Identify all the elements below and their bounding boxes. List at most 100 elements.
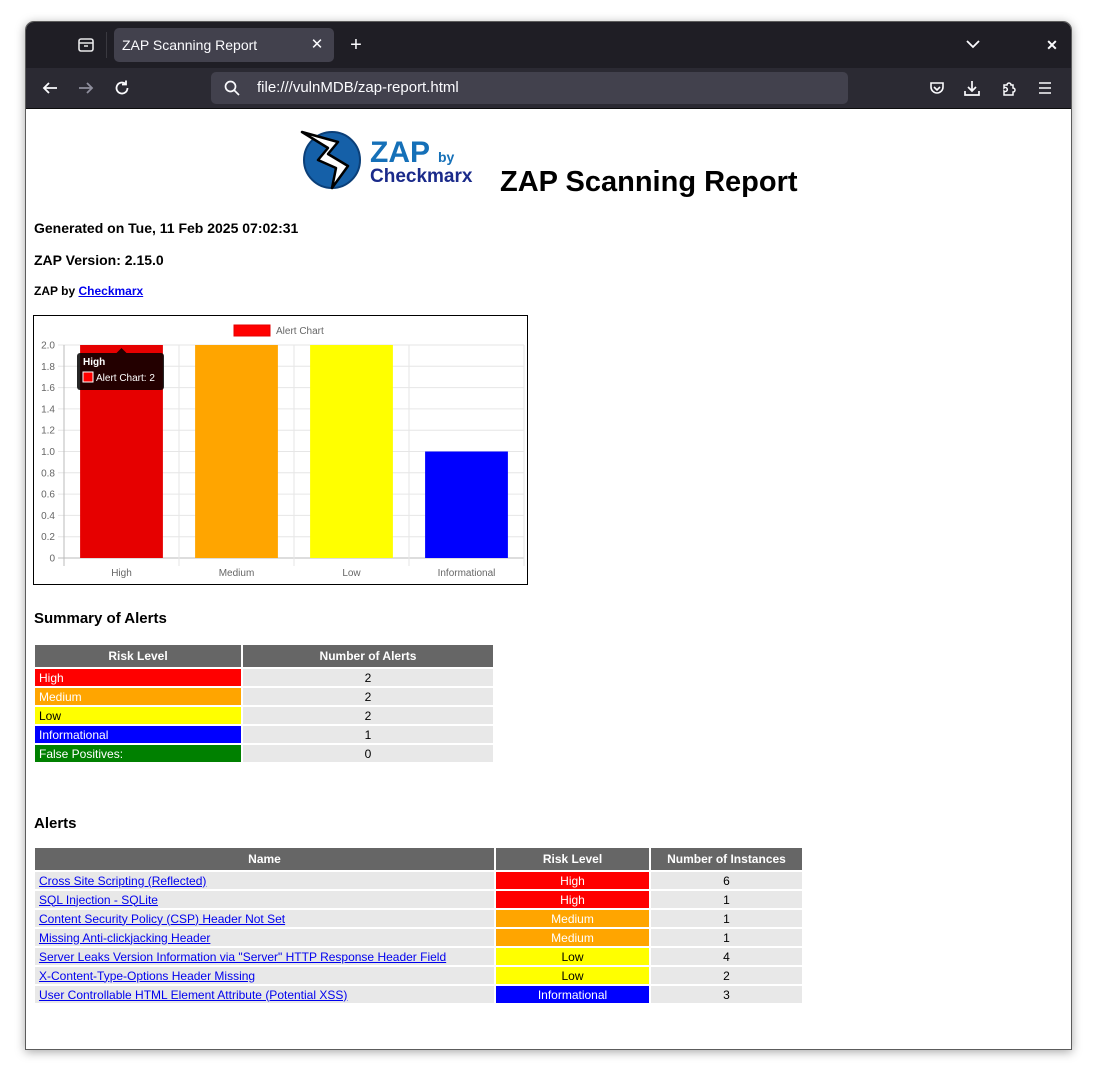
y-tick-label: 1.6 — [41, 383, 55, 394]
alert-link[interactable]: Cross Site Scripting (Reflected) — [39, 874, 206, 888]
alert-name-cell: Missing Anti-clickjacking Header — [35, 929, 494, 946]
svg-text:Checkmarx: Checkmarx — [370, 166, 473, 187]
new-tab-icon[interactable]: + — [346, 35, 366, 55]
x-tick-label: High — [111, 568, 132, 579]
alert-count-cell: 2 — [243, 669, 493, 686]
alert-link[interactable]: User Controllable HTML Element Attribute… — [39, 988, 347, 1002]
svg-text:ZAP: ZAP — [370, 136, 430, 169]
table-row: Cross Site Scripting (Reflected) High 6 — [35, 872, 802, 889]
chevron-down-icon — [966, 40, 980, 49]
tab-bar: ZAP Scanning Report ✕ + ✕ — [26, 22, 1071, 68]
bar — [425, 451, 508, 558]
risk-level-cell: Medium — [35, 688, 241, 705]
reload-button[interactable] — [112, 78, 132, 98]
y-tick-label: 0.6 — [41, 490, 55, 501]
instances-cell: 1 — [651, 929, 802, 946]
table-row: Content Security Policy (CSP) Header Not… — [35, 910, 802, 927]
table-header-row: Risk Level Number of Alerts — [35, 645, 493, 667]
pocket-icon — [930, 82, 944, 94]
tooltip-label: Alert Chart: 2 — [96, 373, 155, 384]
legend-swatch — [233, 324, 271, 337]
summary-table: Risk Level Number of Alerts High 2 Mediu… — [33, 643, 495, 764]
window-close-icon[interactable]: ✕ — [1043, 36, 1061, 54]
y-tick-label: 1.0 — [41, 447, 55, 458]
instances-cell: 6 — [651, 872, 802, 889]
alert-name-cell: X-Content-Type-Options Header Missing — [35, 967, 494, 984]
firefox-view-icon — [78, 38, 94, 52]
tooltip-title: High — [83, 357, 105, 368]
risk-level-cell: Medium — [496, 910, 649, 927]
reload-icon — [115, 80, 129, 95]
y-tick-label: 0.8 — [41, 468, 55, 479]
table-row: Informational 1 — [35, 726, 493, 743]
x-tick-label: Medium — [219, 568, 255, 579]
table-row: High 2 — [35, 669, 493, 686]
report-title: ZAP Scanning Report — [500, 166, 798, 198]
generated-date: Generated on Tue, 11 Feb 2025 07:02:31 — [34, 220, 299, 236]
column-header: Number of Alerts — [243, 645, 493, 667]
risk-level-cell: High — [496, 891, 649, 908]
tab-close-icon[interactable]: ✕ — [308, 36, 326, 54]
y-tick-label: 1.4 — [41, 404, 55, 415]
checkmarx-link[interactable]: Checkmarx — [78, 284, 143, 298]
report-header: ZAP by Checkmarx ZAP Scanning Report — [298, 126, 898, 198]
y-tick-label: 2.0 — [41, 341, 55, 352]
puzzle-icon — [1003, 82, 1016, 96]
table-row: Medium 2 — [35, 688, 493, 705]
alert-link[interactable]: Content Security Policy (CSP) Header Not… — [39, 912, 285, 926]
zap-version: ZAP Version: 2.15.0 — [34, 252, 164, 268]
risk-level-cell: Informational — [35, 726, 241, 743]
column-header: Risk Level — [496, 848, 649, 870]
summary-heading: Summary of Alerts — [34, 610, 167, 627]
search-icon — [224, 80, 240, 96]
firefox-view-button[interactable] — [66, 32, 107, 58]
hamburger-menu-icon — [1039, 82, 1051, 94]
column-header: Name — [35, 848, 494, 870]
bar — [195, 345, 278, 558]
column-header: Number of Instances — [651, 848, 802, 870]
risk-level-cell: High — [496, 872, 649, 889]
pocket-button[interactable] — [927, 78, 947, 98]
alert-chart-svg: Alert Chart 0 0.2 0.4 0.6 0.8 1.0 1.2 1.4 1.6 1.8 2… — [41, 324, 525, 579]
alert-count-cell: 2 — [243, 707, 493, 724]
column-header: Risk Level — [35, 645, 241, 667]
alerts-table: Name Risk Level Number of Instances Cros… — [33, 846, 804, 1005]
risk-level-cell: Low — [35, 707, 241, 724]
instances-cell: 2 — [651, 967, 802, 984]
alert-link[interactable]: SQL Injection - SQLite — [39, 893, 158, 907]
extensions-button[interactable] — [999, 78, 1019, 98]
downloads-button[interactable] — [962, 78, 982, 98]
alert-count-cell: 2 — [243, 688, 493, 705]
zap-by-line: ZAP by Checkmarx — [34, 284, 143, 298]
list-all-tabs-button[interactable] — [965, 36, 985, 54]
y-tick-label: 0.2 — [41, 532, 55, 543]
risk-level-cell: Medium — [496, 929, 649, 946]
page-content: ZAP by Checkmarx ZAP Scanning Report Gen… — [26, 109, 1071, 1049]
table-row: Server Leaks Version Information via "Se… — [35, 948, 802, 965]
forward-button[interactable] — [76, 78, 96, 98]
table-row: X-Content-Type-Options Header Missing Lo… — [35, 967, 802, 984]
tooltip-swatch — [82, 371, 94, 383]
instances-cell: 4 — [651, 948, 802, 965]
alert-link[interactable]: X-Content-Type-Options Header Missing — [39, 969, 255, 983]
table-row: SQL Injection - SQLite High 1 — [35, 891, 802, 908]
x-tick-label: Low — [342, 568, 361, 579]
alert-link[interactable]: Missing Anti-clickjacking Header — [39, 931, 210, 945]
menu-button[interactable] — [1035, 78, 1055, 98]
arrow-left-icon — [42, 82, 57, 94]
table-header-row: Name Risk Level Number of Instances — [35, 848, 802, 870]
back-button[interactable] — [40, 78, 60, 98]
url-bar[interactable]: file:///vulnMDB/zap-report.html — [211, 72, 848, 104]
alert-chart: Alert Chart 0 0.2 0.4 0.6 0.8 1.0 1.2 1.4 1.6 1.8 2… — [33, 315, 528, 585]
risk-level-cell: False Positives: — [35, 745, 241, 762]
table-row: Low 2 — [35, 707, 493, 724]
zap-by-prefix: ZAP by — [34, 284, 76, 298]
y-tick-label: 1.2 — [41, 426, 55, 437]
alert-link[interactable]: Server Leaks Version Information via "Se… — [39, 950, 446, 964]
risk-level-cell: Informational — [496, 986, 649, 1003]
tab-active[interactable]: ZAP Scanning Report ✕ — [114, 28, 334, 62]
y-tick-label: 0.4 — [41, 511, 55, 522]
download-icon — [964, 81, 980, 96]
bar — [310, 345, 393, 558]
alert-name-cell: Cross Site Scripting (Reflected) — [35, 872, 494, 889]
